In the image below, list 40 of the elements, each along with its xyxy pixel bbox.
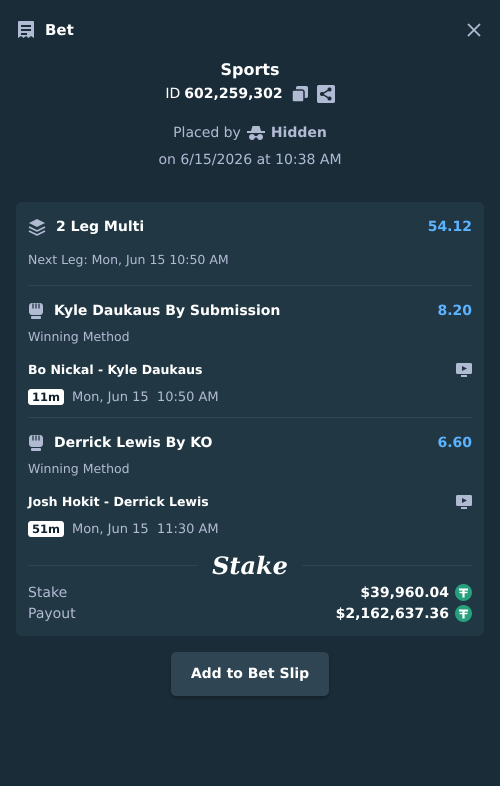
multi-title: 2 Leg Multi <box>56 219 144 235</box>
total-amount: $39,960.04 <box>360 584 449 600</box>
tether-coin-icon <box>455 605 472 622</box>
tether-coin-icon <box>455 584 472 601</box>
placed-date: on 6/15/2026 at 10:38 AM <box>158 152 342 168</box>
countdown-badge: 11m <box>28 389 64 405</box>
total-amount: $2,162,637.36 <box>336 606 449 622</box>
selection-title: Derrick Lewis By KO <box>54 435 212 451</box>
modal-title: Bet <box>45 21 75 39</box>
total-label: Payout <box>28 606 77 622</box>
match-title[interactable]: Bo Nickal - Kyle Daukaus <box>28 362 456 377</box>
share-icon[interactable] <box>316 85 335 103</box>
market-label: Winning Method <box>28 461 131 476</box>
fist-icon <box>28 434 44 452</box>
event-time: Mon, Jun 15 10:50 AM <box>72 390 219 404</box>
bet-id: 602,259,302 <box>184 86 283 102</box>
placed-by-label: Placed by <box>173 125 241 141</box>
receipt-icon <box>17 20 35 40</box>
countdown-badge: 51m <box>28 521 64 537</box>
layers-icon <box>28 218 46 236</box>
live-stream-icon[interactable] <box>456 494 472 508</box>
selection-title: Kyle Daukaus By Submission <box>54 303 280 319</box>
odds-value: 6.60 <box>437 435 472 451</box>
copy-icon[interactable] <box>290 85 309 103</box>
add-to-bet-slip-button[interactable]: Add to Bet Slip <box>170 652 330 696</box>
close-icon[interactable] <box>466 22 482 38</box>
bet-id-label: ID <box>165 86 180 102</box>
total-label: Stake <box>28 584 68 600</box>
next-leg-time: Next Leg: Mon, Jun 15 10:50 AM <box>28 252 230 267</box>
incognito-icon <box>246 125 265 141</box>
live-stream-icon[interactable] <box>456 362 472 376</box>
event-time: Mon, Jun 15 11:30 AM <box>72 522 219 536</box>
fist-icon <box>28 302 44 320</box>
brand-logo: Stake <box>212 551 288 580</box>
user-name: Hidden <box>270 125 327 141</box>
market-label: Winning Method <box>28 329 131 344</box>
bet-category: Sports <box>220 60 280 79</box>
odds-value: 8.20 <box>437 303 472 319</box>
match-title[interactable]: Josh Hokit - Derrick Lewis <box>28 494 456 509</box>
total-odds: 54.12 <box>428 219 472 235</box>
